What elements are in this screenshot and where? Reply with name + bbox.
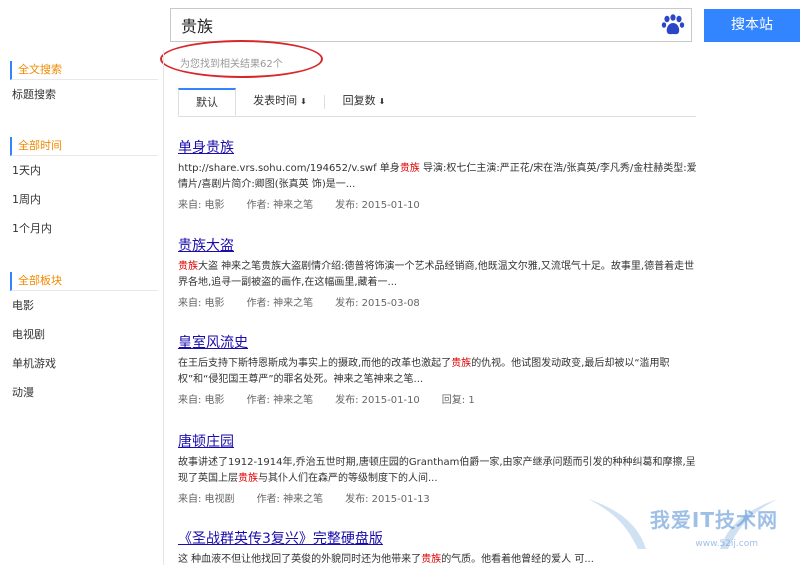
sidebar-item-movie[interactable]: 电影 — [10, 291, 158, 320]
search-box[interactable] — [170, 8, 692, 42]
sort-tabs: 默认 发表时间 ⬇ 回复数 ⬇ — [178, 88, 696, 117]
sidebar-item-tv[interactable]: 电视剧 — [10, 320, 158, 349]
sidebar-item-1month[interactable]: 1个月内 — [10, 214, 158, 243]
sidebar-item-1day[interactable]: 1天内 — [10, 156, 158, 185]
sidebar-item-title-search[interactable]: 标题搜索 — [10, 80, 158, 109]
tab-label: 默认 — [196, 96, 218, 109]
result-date: 发布: 2015-01-10 — [335, 200, 420, 211]
sort-down-icon: ⬇ — [300, 97, 307, 106]
result-source: 来自: 电视剧 — [178, 494, 235, 505]
result-meta: 来自: 电影 作者: 神来之笔 发布: 2015-01-10 回复: 1 — [178, 391, 698, 406]
watermark: 我爱IT技术网 www.52ij.com — [568, 489, 798, 559]
result-snippet: 贵族大盗 神来之笔贵族大盗剧情介绍:德普将饰演一个艺术品经销商,他既温文尔雅,又… — [178, 261, 695, 288]
watermark-text: 我爱IT技术网 — [649, 508, 778, 532]
tab-label: 回复数 — [342, 94, 376, 107]
result-replies: 回复: 1 — [441, 395, 475, 406]
result-meta: 来自: 电影 作者: 神来之笔 发布: 2015-03-08 — [178, 294, 698, 309]
sidebar-head-all-time[interactable]: 全部时间 — [10, 137, 158, 156]
result-title-link[interactable]: 唐顿庄园 — [178, 431, 698, 451]
sidebar-group-board: 全部板块 电影 电视剧 单机游戏 动漫 — [10, 272, 158, 407]
tab-reply-count[interactable]: 回复数 ⬇ — [328, 88, 400, 116]
result-title-link[interactable]: 单身贵族 — [178, 137, 698, 157]
sidebar-head-fulltext[interactable]: 全文搜索 — [10, 61, 158, 80]
result-author: 作者: 神来之笔 — [246, 395, 314, 406]
sidebar-item-pc-game[interactable]: 单机游戏 — [10, 349, 158, 378]
search-site-button[interactable]: 搜本站 — [704, 9, 800, 42]
result-snippet: 在王后支持下斯特恩斯成为事实上的摄政,而他的改革也激起了贵族的仇视。他试图发动政… — [178, 358, 670, 385]
baidu-paw-icon[interactable] — [661, 14, 685, 36]
result-date: 发布: 2015-01-13 — [345, 494, 430, 505]
result-date: 发布: 2015-03-08 — [335, 298, 420, 309]
tab-post-time[interactable]: 发表时间 ⬇ — [238, 88, 322, 116]
search-result: 单身贵族 http://share.vrs.sohu.com/194652/v.… — [178, 137, 698, 211]
tab-divider — [324, 95, 325, 109]
sort-down-icon: ⬇ — [378, 97, 386, 106]
result-source: 来自: 电影 — [178, 200, 225, 211]
watermark-url: www.52ij.com — [695, 539, 758, 549]
result-author: 作者: 神来之笔 — [256, 494, 324, 505]
result-author: 作者: 神来之笔 — [246, 200, 314, 211]
search-result: 贵族大盗 贵族大盗 神来之笔贵族大盗剧情介绍:德普将饰演一个艺术品经销商,他既温… — [178, 235, 698, 309]
result-author: 作者: 神来之笔 — [246, 298, 314, 309]
sidebar-head-all-boards[interactable]: 全部板块 — [10, 272, 158, 291]
result-source: 来自: 电影 — [178, 395, 225, 406]
result-snippet: http://share.vrs.sohu.com/194652/v.swf 单… — [178, 163, 697, 190]
sidebar-filters: 全文搜索 标题搜索 全部时间 1天内 1周内 1个月内 全部板块 电影 电视剧 … — [0, 50, 164, 565]
sidebar-group-search-type: 全文搜索 标题搜索 — [10, 61, 158, 109]
sidebar-item-1week[interactable]: 1周内 — [10, 185, 158, 214]
result-source: 来自: 电影 — [178, 298, 225, 309]
result-snippet: 故事讲述了1912-1914年,乔治五世时期,唐顿庄园的Grantham伯爵一家… — [178, 457, 696, 484]
red-annotation-circle — [160, 40, 323, 78]
search-input[interactable] — [171, 9, 661, 41]
search-result: 皇室风流史 在王后支持下斯特恩斯成为事实上的摄政,而他的改革也激起了贵族的仇视。… — [178, 332, 698, 406]
sidebar-item-anime[interactable]: 动漫 — [10, 378, 158, 407]
tab-default[interactable]: 默认 — [178, 88, 236, 116]
result-title-link[interactable]: 皇室风流史 — [178, 332, 698, 352]
sidebar-group-time: 全部时间 1天内 1周内 1个月内 — [10, 137, 158, 243]
tab-label: 发表时间 — [253, 94, 298, 107]
result-date: 发布: 2015-01-10 — [335, 395, 420, 406]
result-title-link[interactable]: 贵族大盗 — [178, 235, 698, 255]
result-meta: 来自: 电影 作者: 神来之笔 发布: 2015-01-10 — [178, 196, 698, 211]
